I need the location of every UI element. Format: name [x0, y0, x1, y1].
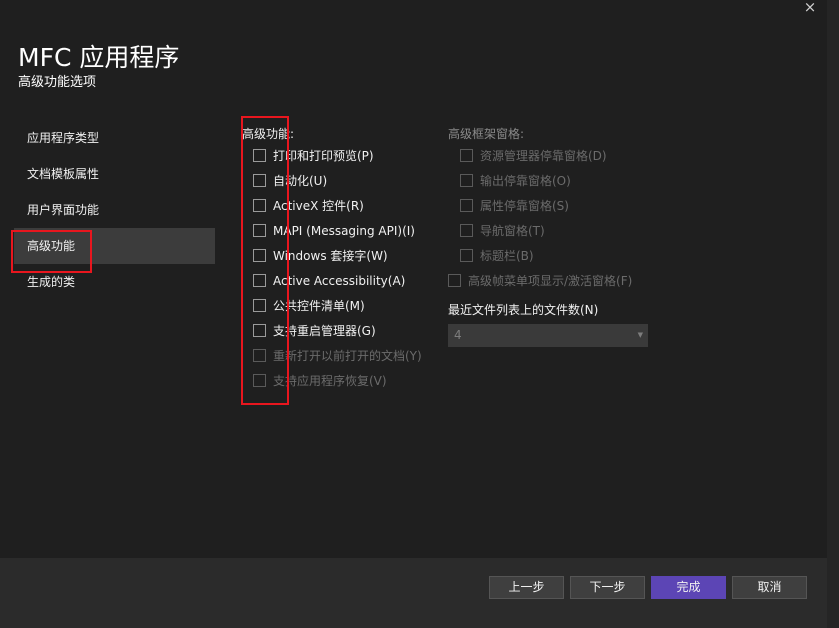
checkbox-icon — [460, 199, 473, 212]
checkbox-caption-bar: 标题栏(B) — [460, 246, 534, 266]
checkbox-label: Windows 套接字(W) — [273, 249, 388, 263]
checkbox-label: 资源管理器停靠窗格(D) — [480, 149, 607, 163]
checkbox-label: 属性停靠窗格(S) — [480, 199, 569, 213]
checkbox-label: 输出停靠窗格(O) — [480, 174, 571, 188]
checkbox-label: 重新打开以前打开的文档(Y) — [273, 349, 422, 363]
dialog-title: MFC 应用程序 — [18, 43, 180, 72]
checkbox-label: Active Accessibility(A) — [273, 274, 406, 288]
wizard-nav: 应用程序类型 文档模板属性 用户界面功能 高级功能 生成的类 — [14, 120, 215, 300]
cancel-button[interactable]: 取消 — [732, 576, 807, 599]
checkbox-label: 标题栏(B) — [480, 249, 534, 263]
highlight-box-nav — [11, 230, 92, 273]
chevron-down-icon: ▼ — [637, 331, 643, 339]
checkbox-advanced-frame-menu: 高级帧菜单项显示/激活窗格(F) — [448, 271, 632, 291]
mru-files-label: 最近文件列表上的文件数(N) — [448, 303, 599, 317]
checkbox-explorer-docking-pane: 资源管理器停靠窗格(D) — [460, 146, 607, 166]
nav-item-document-template[interactable]: 文档模板属性 — [14, 156, 215, 192]
mru-files-value: 4 — [454, 328, 462, 342]
back-button[interactable]: 上一步 — [489, 576, 564, 599]
checkbox-output-docking-pane: 输出停靠窗格(O) — [460, 171, 571, 191]
checkbox-label: MAPI (Messaging API)(I) — [273, 224, 415, 238]
checkbox-icon — [448, 274, 461, 287]
nav-item-application-type[interactable]: 应用程序类型 — [14, 120, 215, 156]
finish-button[interactable]: 完成 — [651, 576, 726, 599]
checkbox-navigation-pane: 导航窗格(T) — [460, 221, 545, 241]
checkbox-icon — [460, 249, 473, 262]
checkbox-icon — [460, 149, 473, 162]
scrollbar-edge — [827, 0, 839, 628]
checkbox-label: 支持应用程序恢复(V) — [273, 374, 387, 388]
mru-files-select: 4 ▼ — [448, 324, 648, 347]
dialog-subtitle: 高级功能选项 — [18, 75, 97, 90]
checkbox-icon — [460, 174, 473, 187]
checkbox-properties-docking-pane: 属性停靠窗格(S) — [460, 196, 569, 216]
checkbox-label: 导航窗格(T) — [480, 224, 545, 238]
checkbox-label: 高级帧菜单项显示/激活窗格(F) — [468, 274, 633, 288]
next-button[interactable]: 下一步 — [570, 576, 645, 599]
nav-item-ui-features[interactable]: 用户界面功能 — [14, 192, 215, 228]
close-icon[interactable]: × — [799, 0, 821, 18]
advanced-frame-panes-label: 高级框架窗格: — [448, 127, 525, 141]
checkbox-icon — [460, 224, 473, 237]
highlight-box-checkboxes — [241, 116, 289, 405]
